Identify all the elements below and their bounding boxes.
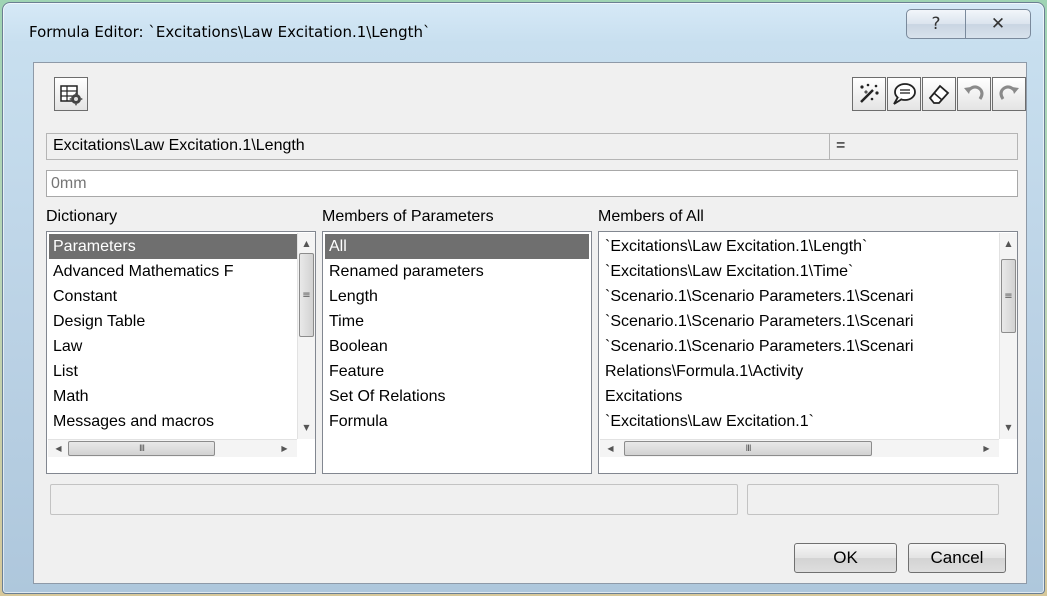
wizard-button[interactable] <box>852 77 886 111</box>
list-item[interactable]: Relations\Formula.1\Activity <box>601 359 1001 384</box>
dictionary-list[interactable]: Parameters Advanced Mathematics F Consta… <box>46 231 316 474</box>
grip-icon: III <box>745 443 752 454</box>
table-gear-button[interactable] <box>54 77 88 111</box>
scroll-thumb[interactable]: III <box>624 441 872 456</box>
list-item[interactable]: Renamed parameters <box>325 259 589 284</box>
eraser-icon <box>928 84 950 104</box>
cancel-button[interactable]: Cancel <box>908 543 1006 573</box>
list-item[interactable]: All <box>325 234 589 259</box>
close-button[interactable]: ✕ <box>965 9 1031 39</box>
scroll-right-icon[interactable]: ▶ <box>978 440 995 457</box>
table-gear-icon <box>60 85 83 106</box>
scroll-left-icon[interactable]: ◀ <box>50 440 67 457</box>
dictionary-vertical-scrollbar[interactable]: ▲ ≡ ▼ <box>297 233 315 439</box>
list-item[interactable]: `Scenario.1\Scenario Parameters.1\Scenar… <box>601 309 1001 334</box>
scroll-up-icon[interactable]: ▲ <box>298 235 315 252</box>
list-item[interactable]: Messages and macros <box>49 409 299 434</box>
redo-button[interactable] <box>992 77 1026 111</box>
undo-button[interactable] <box>957 77 991 111</box>
scroll-thumb[interactable]: ≡ <box>299 253 314 337</box>
formula-editor-dialog: Formula Editor: `Excitations\Law Excitat… <box>2 2 1045 594</box>
list-item[interactable]: Parameters <box>49 234 299 259</box>
scroll-left-icon[interactable]: ◀ <box>602 440 619 457</box>
comment-icon <box>893 83 916 105</box>
list-item[interactable]: `Excitations\Law Excitation.1\Length` <box>601 234 1001 259</box>
comment-button[interactable] <box>887 77 921 111</box>
scroll-thumb[interactable]: ≡ <box>1001 259 1016 333</box>
list-item[interactable]: Formula <box>325 409 589 434</box>
wizard-icon <box>860 83 879 103</box>
scroll-up-icon[interactable]: ▲ <box>1000 235 1017 252</box>
list-item[interactable]: `Scenario.1\Scenario Parameters.1\Scenar… <box>601 284 1001 309</box>
members-of-all-label: Members of All <box>598 208 704 225</box>
list-item[interactable]: Math <box>49 384 299 409</box>
list-item[interactable]: `Excitations\Law Excitation.1` <box>601 409 1001 434</box>
list-item[interactable]: Law <box>49 334 299 359</box>
list-item[interactable]: List <box>49 359 299 384</box>
redo-icon <box>999 85 1019 100</box>
grip-icon: III <box>139 443 145 454</box>
list-item[interactable]: Feature <box>325 359 589 384</box>
scroll-down-icon[interactable]: ▼ <box>298 419 315 436</box>
list-item[interactable]: Advanced Mathematics F <box>49 259 299 284</box>
members-of-all-list[interactable]: `Excitations\Law Excitation.1\Length` `E… <box>598 231 1018 474</box>
list-item[interactable]: `Excitations\Law Excitation.1\Time` <box>601 259 1001 284</box>
list-item[interactable]: Set Of Relations <box>325 384 589 409</box>
list-item[interactable]: `Scenario.1\Scenario Parameters.1\Scenar… <box>601 334 1001 359</box>
grip-icon: ≡ <box>302 289 311 301</box>
eraser-button[interactable] <box>922 77 956 111</box>
scroll-thumb[interactable]: III <box>68 441 215 456</box>
list-item[interactable]: Constant <box>49 284 299 309</box>
scroll-down-icon[interactable]: ▼ <box>1000 419 1017 436</box>
status-message-field <box>50 484 738 515</box>
members-of-parameters-label: Members of Parameters <box>322 208 494 225</box>
undo-icon <box>964 85 984 100</box>
status-info-field <box>747 484 999 515</box>
scroll-right-icon[interactable]: ▶ <box>276 440 293 457</box>
close-icon: ✕ <box>990 14 1006 34</box>
dictionary-label: Dictionary <box>46 208 118 225</box>
grip-icon: ≡ <box>1004 290 1013 302</box>
dialog-body: Excitations\Law Excitation.1\Length = Di… <box>33 62 1027 584</box>
list-item[interactable]: Excitations <box>601 384 1001 409</box>
dialog-title: Formula Editor: `Excitations\Law Excitat… <box>29 23 431 41</box>
equals-sign: = <box>829 133 1018 160</box>
list-item[interactable]: Boolean <box>325 334 589 359</box>
ok-button[interactable]: OK <box>794 543 897 573</box>
list-item[interactable]: Length <box>325 284 589 309</box>
members-of-all-vertical-scrollbar[interactable]: ▲ ≡ ▼ <box>999 233 1017 439</box>
list-item[interactable]: Time <box>325 309 589 334</box>
list-item[interactable]: Design Table <box>49 309 299 334</box>
parameter-path-field: Excitations\Law Excitation.1\Length <box>46 133 830 160</box>
formula-input[interactable] <box>46 170 1018 197</box>
dictionary-horizontal-scrollbar[interactable]: ◀ III ▶ <box>48 439 297 457</box>
members-of-parameters-list[interactable]: All Renamed parameters Length Time Boole… <box>322 231 592 474</box>
help-icon: ? <box>931 14 941 34</box>
members-of-all-horizontal-scrollbar[interactable]: ◀ III ▶ <box>600 439 999 457</box>
help-button[interactable]: ? <box>906 9 966 39</box>
